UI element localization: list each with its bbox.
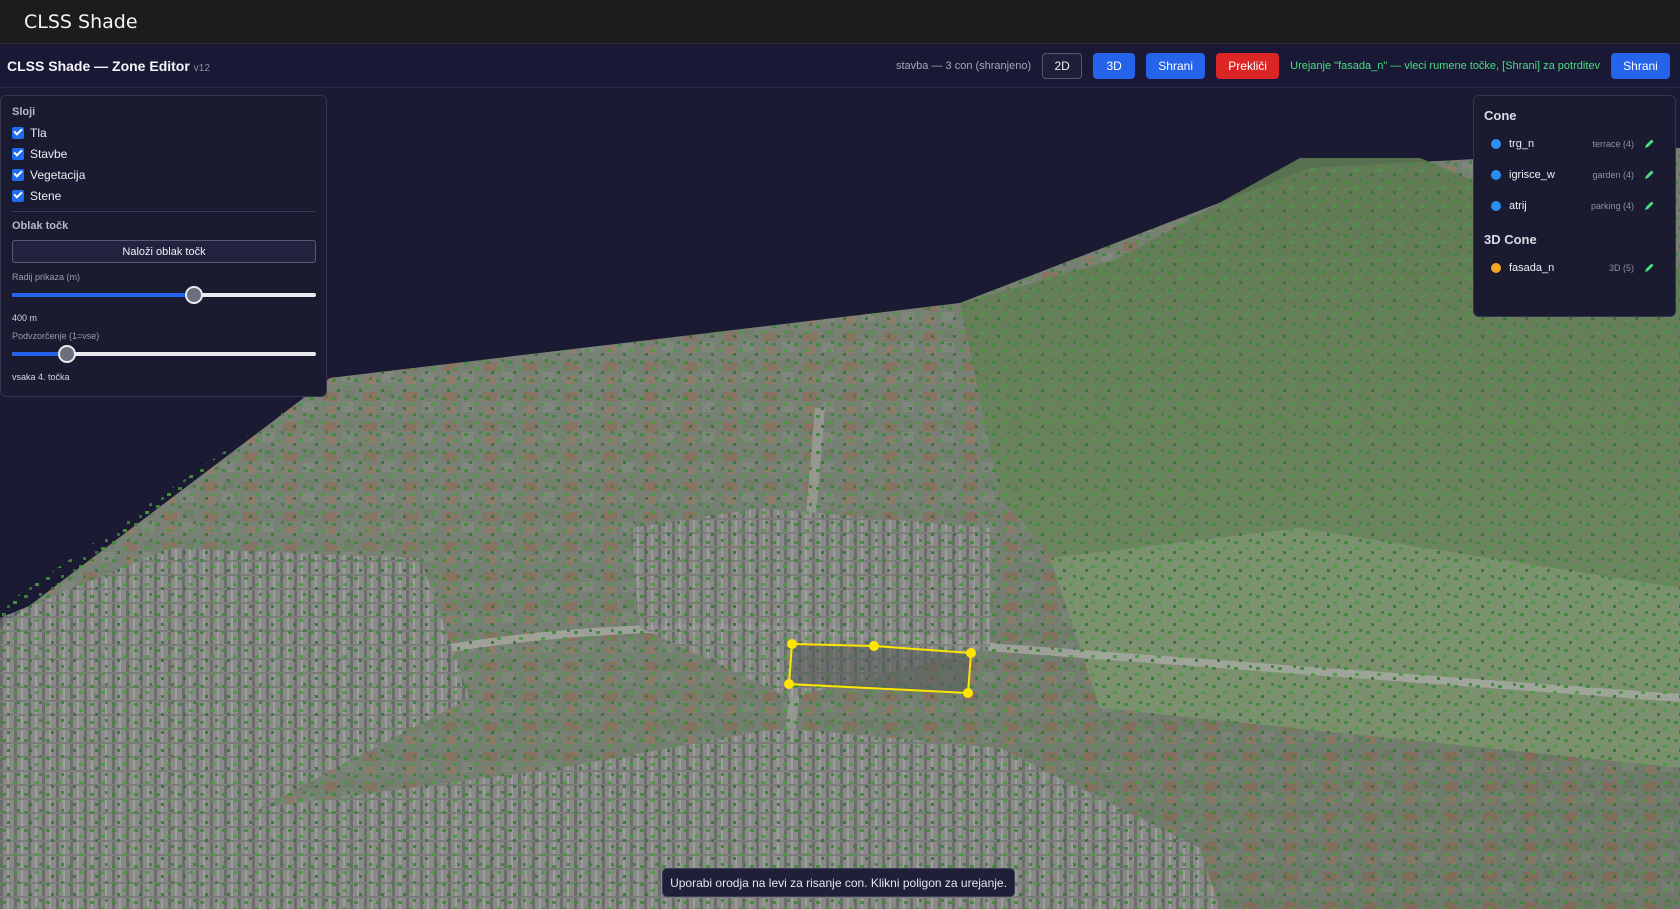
- radius-label: Radij prikaza (m): [12, 272, 81, 282]
- zones-3d-header: 3D Cone: [1484, 232, 1537, 247]
- edit-hint: Urejanje "fasada_n" — vleci rumene točke…: [1290, 59, 1600, 72]
- zone-meta: parking (4): [1590, 201, 1634, 211]
- zone-color-dot: [1491, 263, 1501, 273]
- checkbox-icon[interactable]: [12, 168, 24, 181]
- editor-title: CLSS Shade — Zone Editor v12: [7, 58, 210, 74]
- zones-header: Cone: [1484, 108, 1517, 123]
- layer-label: Stavbe: [30, 146, 68, 161]
- help-toast: Uporabi orodja na levi za risanje con. K…: [662, 868, 1015, 897]
- zone-item-igrisce-w[interactable]: igrisce_w garden (4): [1484, 168, 1665, 182]
- confirm-save-button[interactable]: Shrani: [1611, 52, 1670, 79]
- pencil-icon[interactable]: [1643, 138, 1655, 150]
- divider: [12, 211, 315, 212]
- subsample-slider[interactable]: [12, 345, 316, 363]
- zone-vertex-handle[interactable]: [787, 639, 797, 649]
- layers-panel: Sloji Tla Stavbe Vegetacija Stene Oblak …: [0, 95, 327, 397]
- layers-header: Sloji: [12, 106, 36, 118]
- load-pointcloud-button[interactable]: Naloži oblak točk: [12, 240, 316, 263]
- save-button[interactable]: Shrani: [1146, 52, 1206, 79]
- editor-title-text: CLSS Shade — Zone Editor: [7, 57, 190, 74]
- zone-item-trg-n[interactable]: trg_n terrace (4): [1484, 137, 1665, 151]
- pencil-icon[interactable]: [1643, 262, 1655, 274]
- view-2d-button[interactable]: 2D: [1042, 52, 1083, 79]
- layer-toggle-stavbe[interactable]: Stavbe: [12, 146, 315, 161]
- layer-label: Vegetacija: [30, 167, 86, 182]
- layer-toggle-tla[interactable]: Tla: [12, 125, 315, 140]
- zone-meta: 3D (5): [1608, 263, 1634, 273]
- view-3d-button[interactable]: 3D: [1093, 52, 1136, 79]
- checkbox-icon[interactable]: [12, 147, 24, 160]
- zone-item-fasada-n[interactable]: fasada_n 3D (5): [1484, 261, 1665, 275]
- zone-item-atrij[interactable]: atrij parking (4): [1484, 199, 1665, 213]
- slider-fill: [12, 293, 195, 297]
- zone-vertex-handle[interactable]: [869, 641, 879, 651]
- version-label: v12: [193, 62, 210, 74]
- zone-name: atrij: [1509, 200, 1527, 212]
- slider-handle[interactable]: [57, 345, 76, 363]
- radius-value: 400 m: [12, 313, 38, 323]
- zone-vertex-handle[interactable]: [966, 648, 976, 658]
- zone-color-dot: [1491, 139, 1501, 149]
- subsample-label: Podvzorčenje (1=vse): [12, 331, 100, 341]
- zone-vertex-handle[interactable]: [784, 679, 794, 689]
- layer-label: Tla: [30, 125, 47, 140]
- app-title: CLSS Shade: [24, 10, 138, 33]
- zone-color-dot: [1491, 170, 1501, 180]
- pencil-icon[interactable]: [1643, 200, 1655, 212]
- subsample-value: vsaka 4. točka: [12, 372, 70, 382]
- app-bar: CLSS Shade: [0, 0, 1680, 44]
- layer-toggle-vegetacija[interactable]: Vegetacija: [12, 167, 315, 182]
- selected-zone-polygon[interactable]: [787, 642, 973, 695]
- cancel-button[interactable]: Prekliči: [1216, 52, 1280, 79]
- zone-status: stavba — 3 con (shranjeno): [896, 59, 1032, 72]
- checkbox-icon[interactable]: [12, 189, 24, 202]
- editor-toolbar: CLSS Shade — Zone Editor v12 stavba — 3 c…: [0, 44, 1680, 88]
- zone-name: fasada_n: [1509, 262, 1555, 274]
- zone-vertex-handle[interactable]: [963, 688, 973, 698]
- radius-slider[interactable]: [12, 286, 316, 304]
- zone-name: igrisce_w: [1509, 169, 1555, 181]
- slider-handle[interactable]: [185, 286, 204, 304]
- pointcloud-header: Oblak točk: [12, 220, 69, 232]
- zone-meta: garden (4): [1592, 170, 1634, 180]
- pencil-icon[interactable]: [1643, 169, 1655, 181]
- zones-panel: Cone trg_n terrace (4) igrisce_w garden …: [1473, 95, 1676, 317]
- layer-toggle-stene[interactable]: Stene: [12, 188, 315, 203]
- zone-color-dot: [1491, 201, 1501, 211]
- layer-label: Stene: [30, 188, 62, 203]
- zone-meta: terrace (4): [1592, 139, 1634, 149]
- zone-name: trg_n: [1509, 138, 1535, 150]
- checkbox-icon[interactable]: [12, 126, 24, 139]
